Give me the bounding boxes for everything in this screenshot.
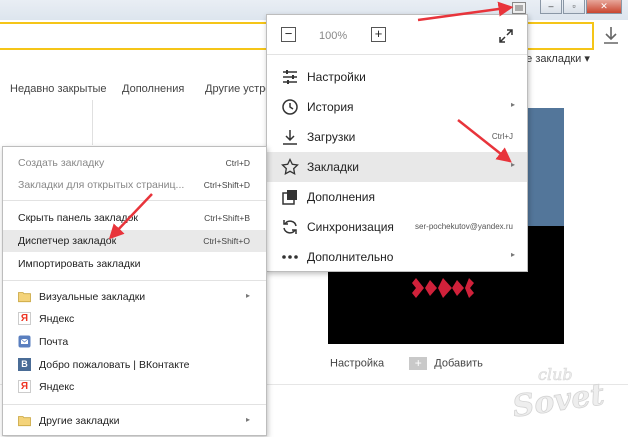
- close-button[interactable]: ✕: [586, 0, 622, 14]
- folder-icon: [18, 416, 31, 427]
- add-plus-icon[interactable]: +: [409, 357, 428, 370]
- star-icon: [281, 158, 299, 176]
- sync-account-email: ser-pochekutov@yandex.ru: [415, 222, 513, 231]
- bm-import-bookmarks[interactable]: Импортировать закладки: [3, 253, 266, 275]
- bm-item-label: Добро пожаловать | ВКонтакте: [39, 359, 190, 371]
- menu-item-settings[interactable]: Настройки: [267, 62, 527, 92]
- vk-icon: В: [18, 358, 31, 371]
- menu-item-label: История: [307, 100, 354, 114]
- bm-other-bookmarks[interactable]: Другие закладки ▸: [3, 410, 266, 432]
- fullscreen-icon[interactable]: [497, 27, 515, 45]
- tab-recently-closed[interactable]: Недавно закрытые: [10, 83, 107, 95]
- tab-extensions[interactable]: Дополнения: [122, 83, 184, 95]
- yandex-icon: Я: [18, 380, 31, 393]
- menu-item-label: Синхронизация: [307, 220, 394, 234]
- menu-item-more[interactable]: Дополнительно ▸: [267, 242, 527, 272]
- bm-yandex-2[interactable]: Я Яндекс: [3, 376, 266, 398]
- bm-item-label: Визуальные закладки: [39, 291, 146, 303]
- bm-bookmark-open-pages[interactable]: Закладки для открытых страниц... Ctrl+Sh…: [3, 174, 266, 196]
- other-bookmarks-label[interactable]: ие закладки ▾: [520, 52, 590, 65]
- bm-separator: [3, 404, 266, 405]
- bm-item-label: Создать закладку: [18, 157, 105, 169]
- menu-item-label: Дополнения: [307, 190, 375, 204]
- menu-icon: [515, 5, 523, 11]
- bookmarks-submenu: Создать закладку Ctrl+D Закладки для отк…: [2, 146, 267, 436]
- zoom-out-button[interactable]: −: [281, 27, 296, 42]
- menu-item-extensions[interactable]: Дополнения: [267, 182, 527, 212]
- browser-menu-button[interactable]: [512, 2, 526, 14]
- tiles-footer: Настройка + Добавить: [330, 357, 483, 370]
- downloads-icon[interactable]: [600, 24, 622, 48]
- chevron-right-icon: ▸: [510, 160, 515, 169]
- bm-yandex[interactable]: Я Яндекс: [3, 308, 266, 330]
- zoom-level: 100%: [319, 30, 348, 42]
- bm-item-label: Яндекс: [39, 313, 75, 325]
- sync-icon: [283, 220, 297, 234]
- menu-item-downloads[interactable]: Загрузки Ctrl+J: [267, 122, 527, 152]
- bm-hide-bookmarks-bar[interactable]: Скрыть панель закладок Ctrl+Shift+B: [3, 207, 266, 229]
- watermark-line2: Sovet: [510, 377, 606, 424]
- bm-item-label: Закладки для открытых страниц...: [18, 179, 185, 191]
- bm-bookmark-manager[interactable]: Диспетчер закладок Ctrl+Shift+O: [3, 230, 266, 252]
- yandex-icon: Я: [18, 312, 31, 325]
- bm-separator: [3, 280, 266, 281]
- chevron-right-icon: ▸: [510, 100, 515, 109]
- settings-link[interactable]: Настройка: [330, 357, 384, 369]
- settings-icon: [283, 70, 297, 84]
- menu-item-label: Настройки: [307, 70, 366, 84]
- new-tab-nav: Недавно закрытые Дополнения Другие устро: [0, 80, 280, 100]
- bm-item-shortcut: Ctrl+D: [225, 158, 250, 168]
- bm-separator: [3, 200, 266, 201]
- bm-item-shortcut: Ctrl+Shift+O: [203, 236, 250, 246]
- minimize-button[interactable]: ‒: [540, 0, 562, 14]
- menu-item-label: Загрузки: [307, 130, 356, 144]
- menu-item-label: Дополнительно: [307, 250, 394, 264]
- download-icon: [283, 130, 297, 145]
- bm-item-label: Скрыть панель закладок: [18, 212, 138, 224]
- bm-item-shortcut: Ctrl+Shift+D: [203, 180, 250, 190]
- history-icon: [282, 99, 298, 115]
- bm-item-label: Диспетчер закладок: [18, 235, 117, 247]
- mail-icon: [18, 335, 31, 348]
- bm-item-label: Яндекс: [39, 381, 75, 393]
- club-sovet-watermark: club Sovet: [510, 365, 607, 424]
- bm-item-label: Импортировать закладки: [18, 258, 141, 270]
- extensions-icon: [282, 190, 297, 205]
- menu-item-history[interactable]: История ▸: [267, 92, 527, 122]
- maximize-button[interactable]: ▫: [563, 0, 585, 14]
- menu-item-sync[interactable]: Синхронизация ser-pochekutov@yandex.ru: [267, 212, 527, 242]
- bm-item-shortcut: Ctrl+Shift+B: [204, 213, 250, 223]
- folder-icon: [18, 292, 31, 303]
- tile-logo-icon: [412, 278, 474, 298]
- chevron-right-icon: ▸: [245, 291, 250, 300]
- more-icon: [282, 255, 298, 259]
- bm-visual-bookmarks[interactable]: Визуальные закладки ▸: [3, 286, 266, 308]
- bm-item-label: Почта: [39, 336, 69, 348]
- add-link[interactable]: Добавить: [434, 357, 483, 369]
- menu-item-shortcut: Ctrl+J: [491, 132, 513, 141]
- menu-item-bookmarks[interactable]: Закладки ▸: [267, 152, 527, 182]
- divider: [92, 100, 93, 145]
- zoom-in-button[interactable]: +: [371, 27, 386, 42]
- bm-mail[interactable]: Почта: [3, 331, 266, 353]
- chevron-right-icon: ▸: [245, 415, 250, 424]
- tab-other-devices[interactable]: Другие устро: [205, 83, 271, 95]
- browser-main-menu: − 100% + Настройки История ▸ Загрузки Ct…: [266, 14, 528, 272]
- menu-item-label: Закладки: [307, 160, 359, 174]
- bm-vkontakte[interactable]: В Добро пожаловать | ВКонтакте: [3, 354, 266, 376]
- bm-item-label: Другие закладки: [39, 415, 120, 427]
- bm-create-bookmark[interactable]: Создать закладку Ctrl+D: [3, 152, 266, 174]
- chevron-right-icon: ▸: [510, 250, 515, 259]
- zoom-row: − 100% +: [267, 15, 527, 55]
